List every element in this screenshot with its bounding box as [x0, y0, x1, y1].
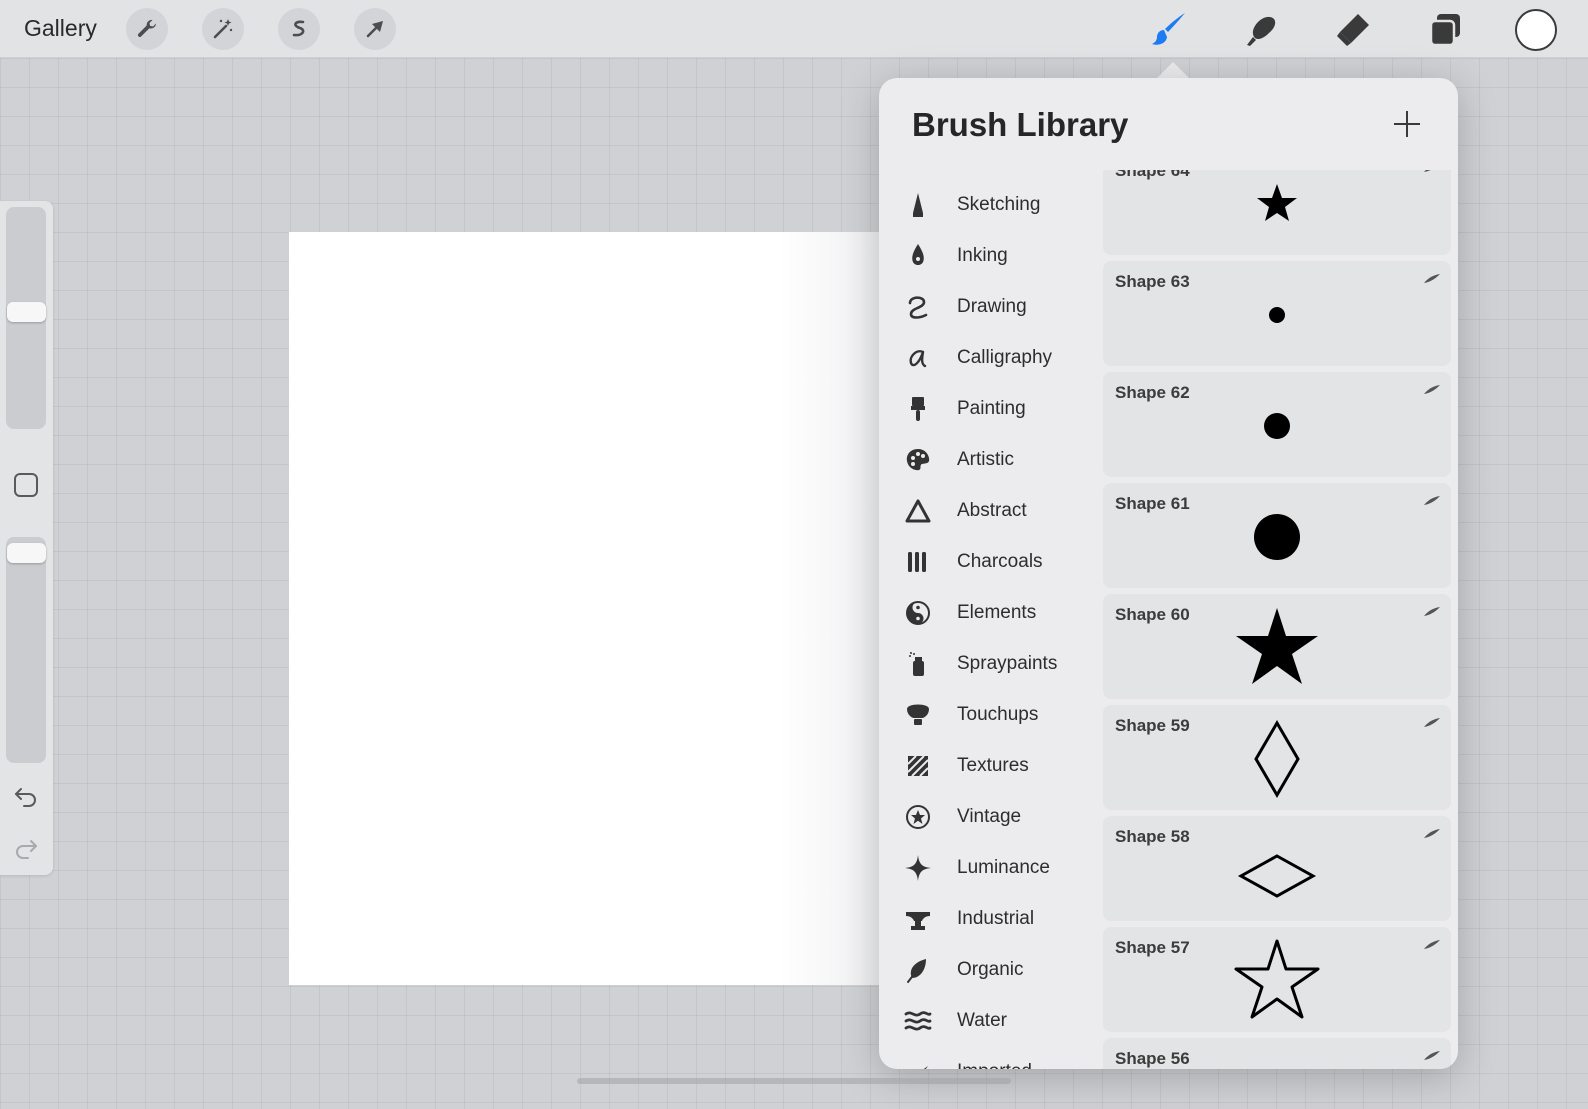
undo-icon[interactable] — [13, 783, 39, 809]
eraser-icon — [1337, 14, 1369, 46]
magic-wand-icon — [213, 19, 233, 39]
top-toolbar: Gallery — [0, 0, 1588, 58]
brush-stroke-preview-icon — [1424, 496, 1440, 505]
small-star-shape — [1257, 184, 1297, 221]
brush-stroke-preview-icon — [1424, 385, 1440, 394]
opacity-thumb[interactable] — [7, 543, 46, 564]
left-sidebar — [0, 201, 53, 875]
large-dot-shape — [1254, 514, 1300, 560]
opacity-slider[interactable] — [6, 537, 46, 763]
brush-list: Shape 64 Shape 63 Shape 62 Shape 61 Shap… — [1103, 170, 1451, 1069]
squiggle-icon — [903, 292, 933, 322]
waves-icon — [903, 1006, 933, 1036]
color-picker-button[interactable] — [1515, 9, 1557, 51]
category-touchups[interactable]: Touchups — [879, 692, 1101, 738]
redo-icon[interactable] — [13, 835, 39, 861]
sparkle-icon — [903, 853, 933, 883]
panel-title: Brush Library — [912, 106, 1129, 143]
leaf-icon — [903, 955, 933, 985]
brush-library-panel: Brush Library Sketching Inking Drawing C… — [879, 78, 1458, 1069]
brush-item-shape-60[interactable]: Shape 60 — [1103, 594, 1451, 699]
spray-can-icon — [903, 649, 933, 679]
brush-item-shape-64[interactable]: Shape 64 — [1103, 170, 1451, 255]
category-spraypaints[interactable]: Spraypaints — [879, 641, 1101, 687]
brush-stroke-preview-icon — [1424, 718, 1440, 727]
category-calligraphy[interactable]: Calligraphy — [879, 335, 1101, 381]
brush-stroke-preview-icon — [1424, 1051, 1440, 1060]
brush-item-shape-61[interactable]: Shape 61 — [1103, 483, 1451, 588]
imported-stroke-icon — [903, 1057, 933, 1069]
brush-category-list: Sketching Inking Drawing Calligraphy Pai… — [879, 174, 1101, 1069]
pen-nib-icon — [903, 241, 933, 271]
modify-button[interactable] — [14, 473, 38, 497]
selection-icon — [292, 20, 305, 37]
brush-size-thumb[interactable] — [7, 301, 46, 322]
small-dot-shape — [1269, 307, 1285, 323]
category-drawing[interactable]: Drawing — [879, 284, 1101, 330]
brush-item-shape-57[interactable]: Shape 57 — [1103, 927, 1451, 1032]
brush-stroke-preview-icon — [1424, 607, 1440, 616]
category-vintage[interactable]: Vintage — [879, 794, 1101, 840]
category-textures[interactable]: Textures — [879, 743, 1101, 789]
home-indicator — [577, 1078, 1011, 1084]
actions-button[interactable] — [126, 8, 168, 50]
plus-icon[interactable] — [1391, 108, 1423, 140]
transform-arrow-icon — [366, 21, 383, 38]
layers-button[interactable] — [1425, 10, 1465, 50]
category-elements[interactable]: Elements — [879, 590, 1101, 636]
eraser-tool-button[interactable] — [1333, 10, 1373, 50]
adjustments-button[interactable] — [202, 8, 244, 50]
smudge-icon — [1247, 16, 1276, 46]
anvil-icon — [903, 904, 933, 934]
brush-item-shape-63[interactable]: Shape 63 — [1103, 261, 1451, 366]
popover-arrow — [1156, 62, 1190, 79]
star-outline-shape — [1234, 939, 1320, 1019]
brush-item-shape-62[interactable]: Shape 62 — [1103, 372, 1451, 477]
category-painting[interactable]: Painting — [879, 386, 1101, 432]
category-artistic[interactable]: Artistic — [879, 437, 1101, 483]
brush-item-shape-59[interactable]: Shape 59 — [1103, 705, 1451, 810]
category-industrial[interactable]: Industrial — [879, 896, 1101, 942]
brush-tool-button[interactable] — [1149, 10, 1189, 50]
filled-star-shape — [1236, 608, 1318, 684]
selection-button[interactable] — [278, 8, 320, 50]
category-abstract[interactable]: Abstract — [879, 488, 1101, 534]
medium-dot-shape — [1264, 413, 1290, 439]
brush-stroke-preview-icon — [1424, 170, 1431, 172]
category-inking[interactable]: Inking — [879, 233, 1101, 279]
brush-stroke-preview-icon — [1424, 274, 1440, 283]
transform-button[interactable] — [354, 8, 396, 50]
horizontal-diamond-outline-shape — [1237, 854, 1317, 898]
category-luminance[interactable]: Luminance — [879, 845, 1101, 891]
calligraphy-a-icon — [903, 343, 933, 373]
paint-brush-icon — [903, 394, 933, 424]
brush-stroke-preview-icon — [1424, 829, 1440, 838]
brush-stroke-preview-icon — [1424, 940, 1440, 949]
vertical-diamond-outline-shape — [1254, 720, 1300, 798]
makeup-brush-icon — [903, 700, 933, 730]
category-charcoals[interactable]: Charcoals — [879, 539, 1101, 585]
canvas-shadow — [780, 232, 890, 985]
hatch-texture-icon — [903, 751, 933, 781]
charcoal-sticks-icon — [903, 547, 933, 577]
smudge-tool-button[interactable] — [1241, 10, 1281, 50]
category-sketching[interactable]: Sketching — [879, 182, 1101, 228]
layers-icon — [1429, 14, 1460, 47]
wrench-icon — [137, 19, 156, 37]
brush-icon — [1152, 13, 1185, 45]
star-badge-icon — [903, 802, 933, 832]
gallery-button[interactable]: Gallery — [24, 15, 97, 42]
category-water[interactable]: Water — [879, 998, 1101, 1044]
triangle-icon — [903, 496, 933, 526]
palette-icon — [903, 445, 933, 475]
category-organic[interactable]: Organic — [879, 947, 1101, 993]
category-imported[interactable]: Imported — [879, 1049, 1101, 1069]
brush-item-shape-56[interactable]: Shape 56 — [1103, 1038, 1451, 1069]
yin-yang-icon — [903, 598, 933, 628]
brush-item-shape-58[interactable]: Shape 58 — [1103, 816, 1451, 921]
pencil-tip-icon — [903, 190, 933, 220]
